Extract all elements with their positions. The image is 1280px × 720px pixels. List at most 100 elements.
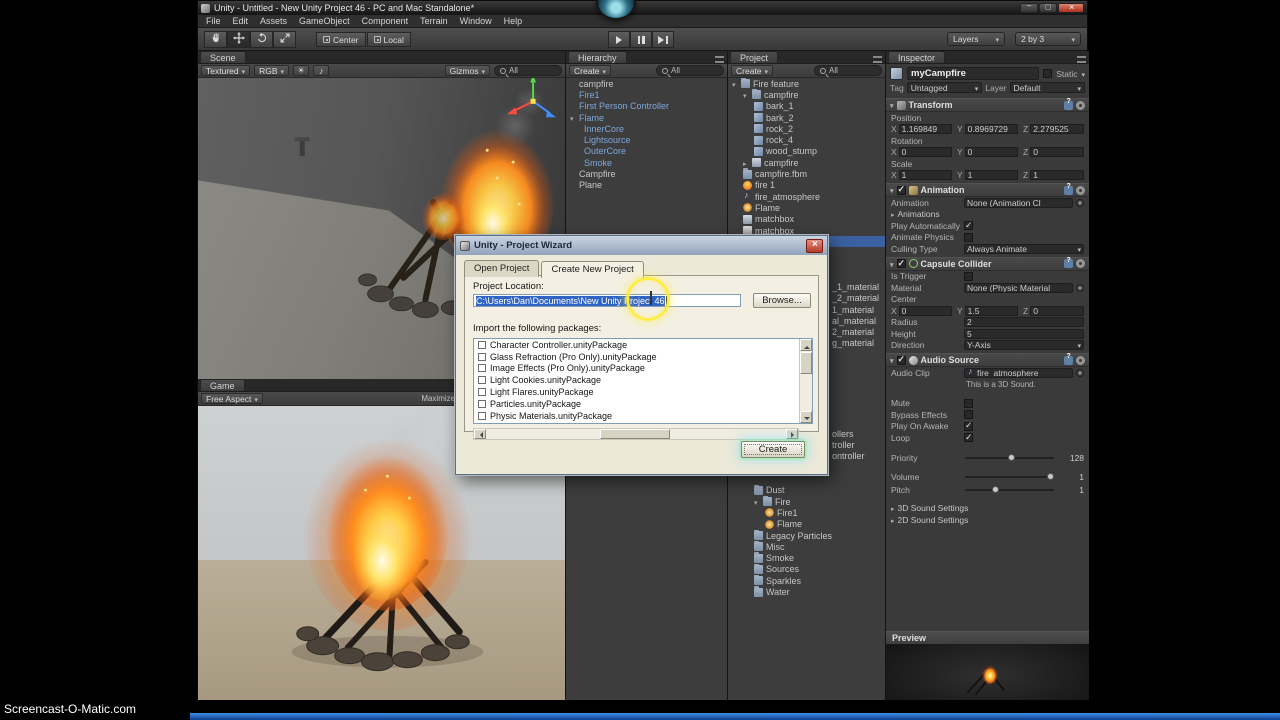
aspect-dropdown[interactable]: Free Aspect <box>201 393 263 404</box>
audio-source-component-header[interactable]: Audio Source <box>886 353 1089 367</box>
object-picker-icon[interactable] <box>1076 283 1084 292</box>
direction-dropdown[interactable]: Y-Axis <box>964 340 1084 351</box>
project-item[interactable]: bark_2 <box>728 112 885 123</box>
foldout-icon[interactable] <box>890 100 894 110</box>
volume-slider[interactable] <box>965 473 1054 480</box>
scroll-right-button[interactable] <box>786 429 798 439</box>
render-channel-dropdown[interactable]: RGB <box>254 65 290 76</box>
scroll-left-button[interactable] <box>474 429 486 439</box>
pitch-value[interactable]: 1 <box>1058 485 1084 495</box>
bypass-effects-checkbox[interactable] <box>964 410 973 420</box>
gameobject-name-field[interactable]: myCampfire <box>907 67 1040 80</box>
rotate-tool-button[interactable] <box>250 31 273 48</box>
rotation-y-field[interactable]: 0 <box>964 147 1018 158</box>
tab-project[interactable]: Project <box>730 51 779 63</box>
shading-dropdown[interactable]: Textured <box>201 65 251 76</box>
project-location-input[interactable]: C:\Users\Dan\Documents\New Unity Project… <box>473 294 741 307</box>
project-item[interactable]: Sparkles <box>728 575 885 586</box>
project-item[interactable]: fire_atmosphere <box>728 191 885 202</box>
menu-edit[interactable]: Edit <box>227 16 255 26</box>
project-item[interactable]: Misc <box>728 541 885 552</box>
animate-physics-checkbox[interactable] <box>964 232 973 242</box>
scale-tool-button[interactable] <box>273 31 296 48</box>
project-item[interactable]: Legacy Particles <box>728 529 885 541</box>
tab-hierarchy[interactable]: Hierarchy <box>568 51 627 63</box>
panel-menu-icon[interactable] <box>873 56 882 63</box>
project-item[interactable]: rock_2 <box>728 123 885 134</box>
hierarchy-item[interactable]: Fire1 <box>566 89 727 100</box>
tab-open-project[interactable]: Open Project <box>464 260 540 277</box>
is-trigger-checkbox[interactable] <box>964 271 973 281</box>
package-row[interactable]: Physic Materials.unityPackage <box>474 410 812 422</box>
dialog-close-button[interactable] <box>806 238 823 253</box>
menu-file[interactable]: File <box>200 16 227 26</box>
package-checkbox[interactable] <box>478 352 486 361</box>
project-item[interactable]: Flame <box>728 519 885 530</box>
static-checkbox[interactable] <box>1043 69 1053 78</box>
layer-dropdown[interactable]: Default <box>1009 82 1086 93</box>
layout-dropdown[interactable]: 2 by 3 <box>1015 32 1081 46</box>
package-row[interactable]: Light Cookies.unityPackage <box>474 374 812 386</box>
object-picker-icon[interactable] <box>1076 368 1084 377</box>
package-checkbox[interactable] <box>478 340 486 349</box>
capsule-collider-component-header[interactable]: Capsule Collider <box>886 256 1089 271</box>
help-icon[interactable] <box>1064 98 1073 110</box>
tab-scene[interactable]: Scene <box>200 51 246 63</box>
menu-gameobject[interactable]: GameObject <box>293 16 356 26</box>
tab-game[interactable]: Game <box>200 379 245 391</box>
culling-type-dropdown[interactable]: Always Animate <box>964 243 1084 254</box>
hierarchy-item[interactable]: First Person Controller <box>566 101 727 112</box>
rotation-z-field[interactable]: 0 <box>1030 147 1084 158</box>
play-automatically-checkbox[interactable] <box>964 220 973 231</box>
project-item[interactable]: Smoke <box>728 552 885 563</box>
pivot-center-button[interactable]: Center <box>316 32 366 47</box>
play-button[interactable] <box>608 31 630 48</box>
project-item[interactable]: matchbox <box>728 214 885 225</box>
animations-foldout[interactable]: Animations <box>886 209 1089 221</box>
component-enabled-checkbox[interactable] <box>896 354 906 365</box>
scroll-up-button[interactable] <box>800 339 812 351</box>
packages-horizontal-scrollbar[interactable] <box>473 428 799 440</box>
menu-assets[interactable]: Assets <box>254 16 293 26</box>
project-item[interactable]: Dust <box>728 484 885 496</box>
pitch-slider[interactable] <box>965 486 1054 493</box>
hierarchy-item[interactable]: InnerCore <box>566 123 727 134</box>
play-on-awake-checkbox[interactable] <box>964 420 973 431</box>
gear-icon[interactable] <box>1076 100 1085 110</box>
foldout-icon[interactable] <box>890 259 894 269</box>
scrollbar-thumb[interactable] <box>800 352 812 374</box>
expander-icon[interactable] <box>754 497 763 507</box>
hierarchy-search-input[interactable]: All <box>656 65 724 76</box>
project-item[interactable]: Water <box>728 586 885 597</box>
project-item[interactable]: fire 1 <box>728 180 885 191</box>
slider-thumb[interactable] <box>1046 473 1054 480</box>
expander-icon[interactable] <box>743 90 752 100</box>
component-enabled-checkbox[interactable] <box>896 258 906 269</box>
position-z-field[interactable]: 2.279525 <box>1030 124 1084 135</box>
project-item[interactable]: Sources <box>728 563 885 575</box>
packages-list[interactable]: Character Controller.unityPackage Glass … <box>473 338 813 424</box>
foldout-icon[interactable] <box>890 185 894 195</box>
panel-menu-icon[interactable] <box>1077 56 1086 63</box>
position-x-field[interactable]: 1.169849 <box>898 124 952 135</box>
menu-help[interactable]: Help <box>498 16 529 26</box>
menu-window[interactable]: Window <box>454 16 498 26</box>
scene-audio-toggle[interactable] <box>313 65 330 76</box>
foldout-icon[interactable] <box>890 355 894 365</box>
help-icon[interactable] <box>1064 353 1073 365</box>
pause-button[interactable] <box>630 31 652 48</box>
package-row[interactable]: Glass Refraction (Pro Only).unityPackage <box>474 351 812 363</box>
scene-search-input[interactable]: All <box>494 65 562 76</box>
hierarchy-item[interactable]: Flame <box>566 112 727 123</box>
center-z-field[interactable]: 0 <box>1030 305 1084 316</box>
project-item[interactable]: Fire feature <box>728 78 885 89</box>
gear-icon[interactable] <box>1076 185 1085 195</box>
project-item[interactable]: Fire <box>728 495 885 507</box>
audio-clip-field[interactable]: fire_atmosphere <box>964 367 1073 378</box>
radius-field[interactable]: 2 <box>964 317 1084 328</box>
gear-icon[interactable] <box>1076 259 1085 268</box>
object-picker-icon[interactable] <box>1076 198 1084 207</box>
hierarchy-item[interactable]: Smoke <box>566 157 727 168</box>
transform-component-header[interactable]: Transform <box>886 98 1089 112</box>
project-item[interactable]: rock_4 <box>728 134 885 145</box>
